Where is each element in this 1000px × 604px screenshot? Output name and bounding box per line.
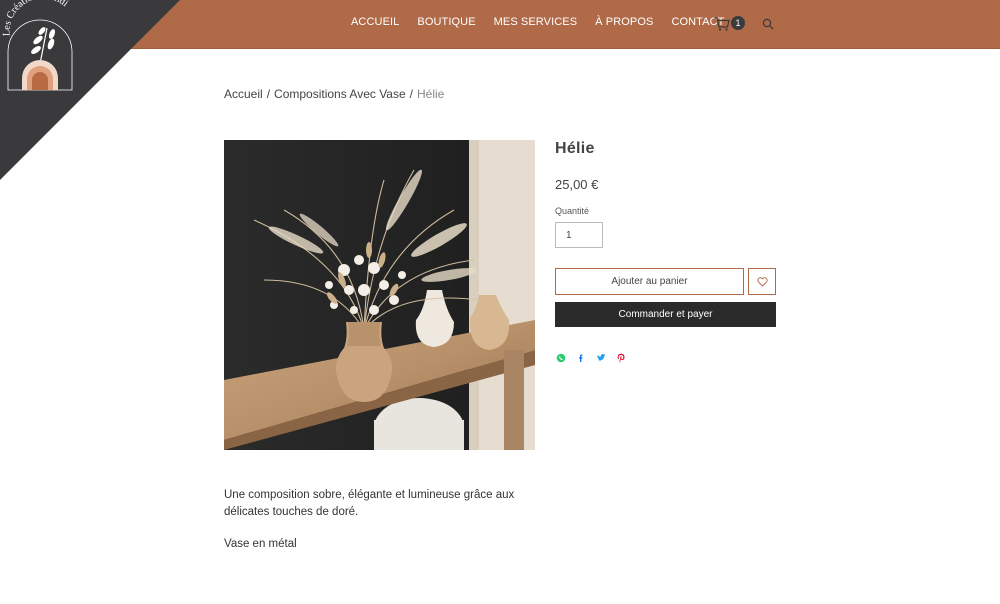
breadcrumb-home[interactable]: Accueil bbox=[224, 87, 263, 101]
share-bar bbox=[556, 353, 626, 363]
whatsapp-icon[interactable] bbox=[556, 353, 566, 363]
breadcrumb-separator: / bbox=[409, 87, 413, 101]
search-icon[interactable] bbox=[762, 18, 774, 30]
buy-now-button[interactable]: Commander et payer bbox=[555, 302, 776, 327]
nav-item-services[interactable]: MES SERVICES bbox=[494, 16, 578, 28]
nav-item-boutique[interactable]: BOUTIQUE bbox=[417, 16, 475, 28]
breadcrumb-category[interactable]: Compositions Avec Vase bbox=[274, 87, 406, 101]
pinterest-icon[interactable] bbox=[616, 353, 626, 363]
main-nav: ACCUEIL BOUTIQUE MES SERVICES À PROPOS C… bbox=[351, 16, 724, 28]
breadcrumb-separator: / bbox=[266, 87, 271, 101]
logo[interactable]: Les Créations d'Indi bbox=[0, 0, 180, 180]
cart-button[interactable]: 1 bbox=[714, 15, 748, 33]
add-to-cart-button[interactable]: Ajouter au panier bbox=[555, 268, 744, 295]
product-detail: Vase en métal bbox=[224, 538, 297, 550]
breadcrumb-current: Hélie bbox=[417, 87, 445, 101]
breadcrumb: Accueil / Compositions Avec Vase / Hélie bbox=[224, 87, 444, 101]
heart-icon bbox=[756, 276, 768, 287]
product-price: 25,00 € bbox=[555, 177, 599, 192]
quantity-input[interactable] bbox=[555, 222, 603, 248]
twitter-icon[interactable] bbox=[596, 353, 606, 363]
cart-icon bbox=[714, 17, 730, 31]
wishlist-button[interactable] bbox=[748, 268, 776, 295]
product-title: Hélie bbox=[555, 140, 595, 157]
product-description: Une composition sobre, élégante et lumin… bbox=[224, 489, 515, 518]
facebook-icon[interactable] bbox=[576, 353, 586, 363]
nav-item-accueil[interactable]: ACCUEIL bbox=[351, 16, 399, 28]
cart-count-badge: 1 bbox=[731, 16, 745, 30]
nav-item-a-propos[interactable]: À PROPOS bbox=[595, 16, 653, 28]
product-image[interactable] bbox=[224, 140, 535, 450]
quantity-label: Quantité bbox=[555, 206, 590, 216]
